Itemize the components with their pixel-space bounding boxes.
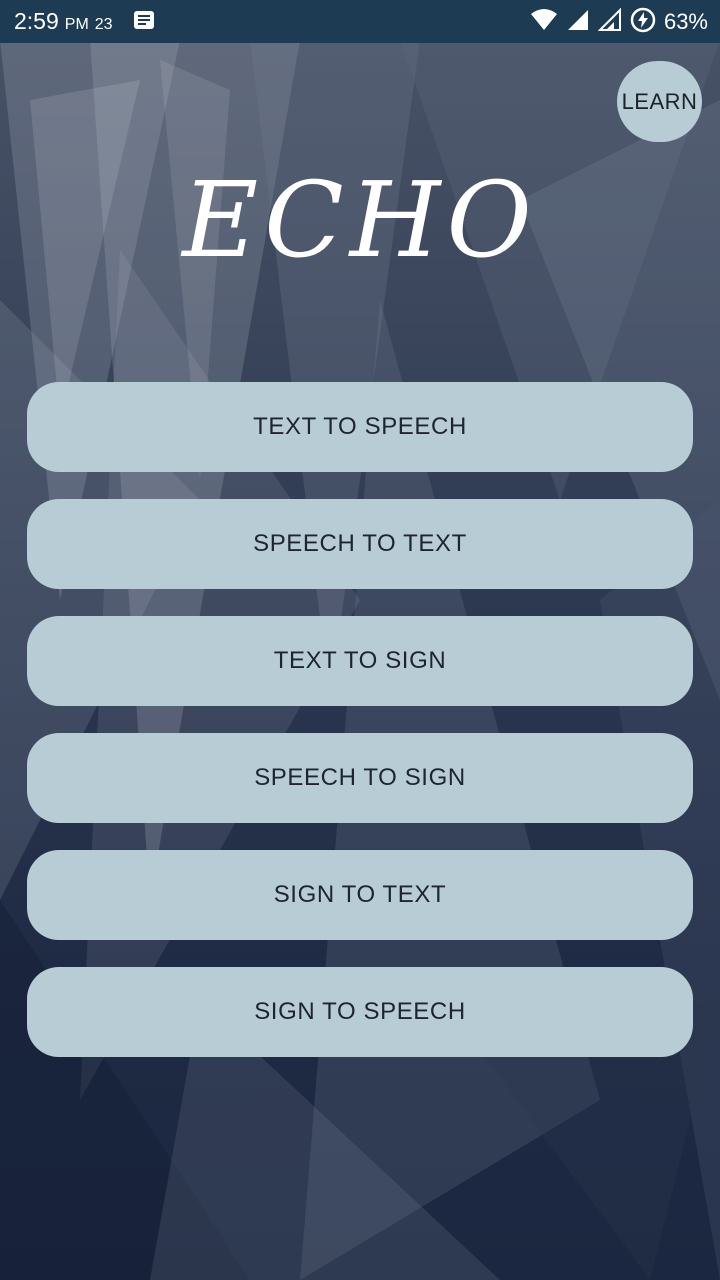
notification-icon [133, 10, 155, 34]
battery-charging-icon [630, 7, 656, 37]
sign-to-text-button[interactable]: SIGN TO TEXT [27, 850, 693, 940]
speech-to-sign-button[interactable]: SPEECH TO SIGN [27, 733, 693, 823]
status-left: 2:59 PM 23 [14, 8, 155, 35]
status-time: 2:59 [14, 8, 59, 34]
battery-percent: 63% [663, 8, 708, 34]
text-to-sign-button[interactable]: TEXT TO SIGN [27, 616, 693, 706]
app-title: ECHO [182, 159, 538, 281]
status-ampm: PM [64, 16, 89, 33]
status-right: 63% [530, 7, 708, 37]
signal-icon [566, 8, 590, 36]
signal-icon-2 [597, 7, 622, 36]
app-screen: 2:59 PM 23 63% LEARN ECHO TEXT TO SPEECH… [0, 0, 720, 1280]
learn-button[interactable]: LEARN [617, 61, 702, 142]
text-to-speech-button[interactable]: TEXT TO SPEECH [27, 382, 693, 472]
sign-to-speech-button[interactable]: SIGN TO SPEECH [27, 967, 693, 1057]
speech-to-text-button[interactable]: SPEECH TO TEXT [27, 499, 693, 589]
status-bar: 2:59 PM 23 63% [0, 0, 720, 43]
status-date: 23 [94, 16, 113, 33]
wifi-icon [530, 8, 558, 36]
